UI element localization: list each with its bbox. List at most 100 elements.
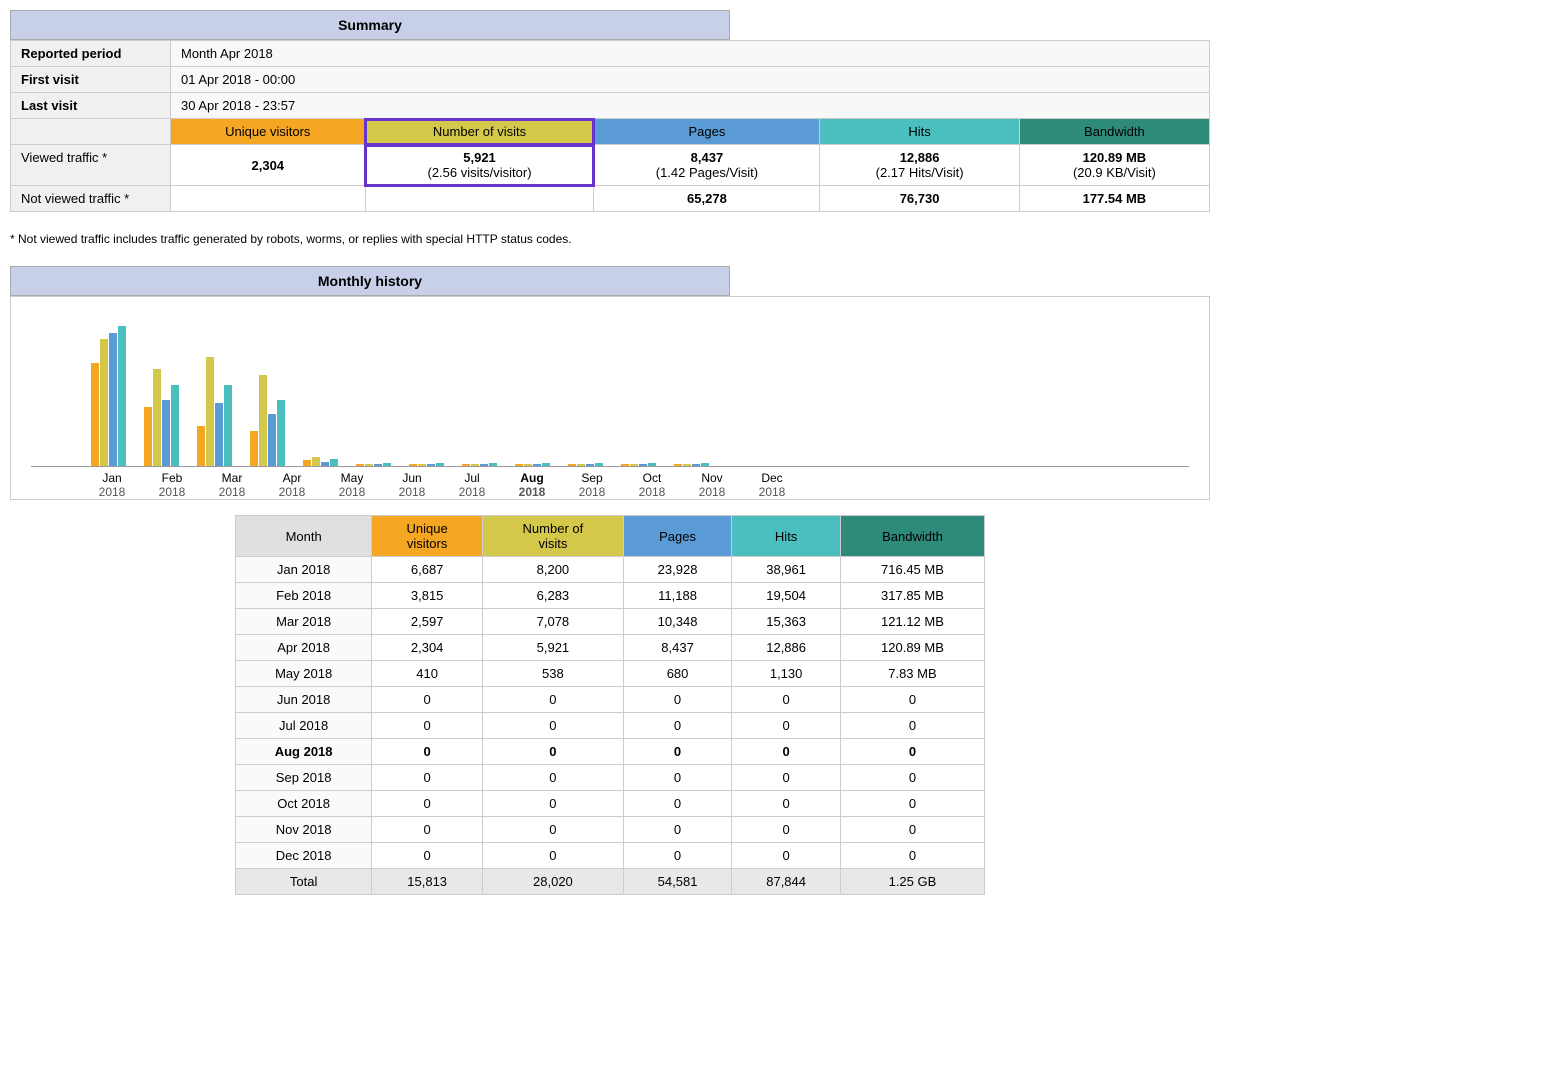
- table-row: Feb 2018 3,815 6,283 11,188 19,504 317.8…: [236, 583, 985, 609]
- total-unique: 15,813: [372, 869, 483, 895]
- chart-area: [31, 307, 1189, 467]
- last-visit-value: 30 Apr 2018 - 23:57: [171, 93, 1210, 119]
- monthly-header: Monthly history: [10, 266, 730, 296]
- row-unique: 0: [372, 791, 483, 817]
- month-label-jul: Jul2018: [451, 471, 493, 499]
- visits-bar: [577, 464, 585, 466]
- hits-bar: [383, 463, 391, 466]
- month-bar-group-sep: [515, 463, 550, 466]
- row-pages: 0: [623, 739, 732, 765]
- month-bar-group-dec: [674, 463, 709, 466]
- table-row: Apr 2018 2,304 5,921 8,437 12,886 120.89…: [236, 635, 985, 661]
- month-label-nov: Nov2018: [691, 471, 733, 499]
- month-bar-group-aug: [462, 463, 497, 466]
- row-month: Oct 2018: [236, 791, 372, 817]
- table-row: Mar 2018 2,597 7,078 10,348 15,363 121.1…: [236, 609, 985, 635]
- viewed-hits: 12,886 (2.17 Hits/Visit): [820, 145, 1019, 186]
- month-bar-group-jul: [409, 463, 444, 466]
- total-visits: 28,020: [483, 869, 624, 895]
- row-visits: 5,921: [483, 635, 624, 661]
- row-month: Jul 2018: [236, 713, 372, 739]
- row-hits: 38,961: [732, 557, 841, 583]
- total-pages: 54,581: [623, 869, 732, 895]
- visits-bar: [259, 375, 267, 466]
- hits-bar: [277, 400, 285, 466]
- row-hits: 15,363: [732, 609, 841, 635]
- unique-bar: [144, 407, 152, 466]
- monthly-table-header: Month Uniquevisitors Number ofvisits Pag…: [236, 516, 985, 557]
- th-unique-visitors: Uniquevisitors: [372, 516, 483, 557]
- row-visits: 0: [483, 817, 624, 843]
- row-bandwidth: 0: [840, 713, 984, 739]
- total-hits: 87,844: [732, 869, 841, 895]
- hits-bar: [436, 463, 444, 466]
- row-bandwidth: 0: [840, 687, 984, 713]
- visits-bar: [471, 464, 479, 466]
- pages-bar: [427, 464, 435, 466]
- month-label-oct: Oct2018: [631, 471, 673, 499]
- summary-table: Reported period Month Apr 2018 First vis…: [10, 40, 1210, 212]
- table-row: Nov 2018 0 0 0 0 0: [236, 817, 985, 843]
- first-visit-value: 01 Apr 2018 - 00:00: [171, 67, 1210, 93]
- row-hits: 12,886: [732, 635, 841, 661]
- row-bandwidth: 120.89 MB: [840, 635, 984, 661]
- row-visits: 0: [483, 843, 624, 869]
- monthly-section: Monthly history Jan2018Feb2018Mar2018Apr…: [10, 266, 1210, 895]
- hits-bar: [701, 463, 709, 466]
- first-visit-label: First visit: [11, 67, 171, 93]
- pages-bar: [162, 400, 170, 466]
- table-row: May 2018 410 538 680 1,130 7.83 MB: [236, 661, 985, 687]
- visits-bar: [206, 357, 214, 466]
- row-visits: 0: [483, 739, 624, 765]
- row-hits: 0: [732, 791, 841, 817]
- th-bandwidth: Bandwidth: [840, 516, 984, 557]
- unique-bar: [91, 363, 99, 466]
- month-label-mar: Mar2018: [211, 471, 253, 499]
- row-month: Aug 2018: [236, 739, 372, 765]
- row-bandwidth: 7.83 MB: [840, 661, 984, 687]
- row-pages: 0: [623, 817, 732, 843]
- month-label-feb: Feb2018: [151, 471, 193, 499]
- month-label-dec: Dec2018: [751, 471, 793, 499]
- row-month: Dec 2018: [236, 843, 372, 869]
- last-visit-row: Last visit 30 Apr 2018 - 23:57: [11, 93, 1210, 119]
- row-bandwidth: 317.85 MB: [840, 583, 984, 609]
- hits-bar: [224, 385, 232, 466]
- hits-bar: [595, 463, 603, 466]
- viewed-traffic-label: Viewed traffic *: [11, 145, 171, 186]
- row-unique: 3,815: [372, 583, 483, 609]
- visits-bar: [630, 464, 638, 466]
- row-unique: 0: [372, 765, 483, 791]
- row-bandwidth: 0: [840, 817, 984, 843]
- row-month: Sep 2018: [236, 765, 372, 791]
- month-label-jun: Jun2018: [391, 471, 433, 499]
- unique-bar: [462, 464, 470, 466]
- row-month: Nov 2018: [236, 817, 372, 843]
- row-visits: 7,078: [483, 609, 624, 635]
- row-pages: 0: [623, 713, 732, 739]
- row-unique: 6,687: [372, 557, 483, 583]
- row-unique: 410: [372, 661, 483, 687]
- hits-bar: [648, 463, 656, 466]
- summary-col-headers: Unique visitors Number of visits Pages H…: [11, 119, 1210, 145]
- row-visits: 538: [483, 661, 624, 687]
- table-row: Jan 2018 6,687 8,200 23,928 38,961 716.4…: [236, 557, 985, 583]
- visits-bar: [683, 464, 691, 466]
- row-visits: 0: [483, 765, 624, 791]
- pages-bar: [480, 464, 488, 466]
- hits-bar: [489, 463, 497, 466]
- pages-bar: [586, 464, 594, 466]
- col-number-of-visits: Number of visits: [365, 119, 594, 145]
- row-month: Jan 2018: [236, 557, 372, 583]
- total-bandwidth: 1.25 GB: [840, 869, 984, 895]
- reported-period-row: Reported period Month Apr 2018: [11, 41, 1210, 67]
- row-unique: 2,597: [372, 609, 483, 635]
- pages-bar: [639, 464, 647, 466]
- row-unique: 0: [372, 843, 483, 869]
- pages-bar: [268, 414, 276, 466]
- th-hits: Hits: [732, 516, 841, 557]
- unique-bar: [409, 464, 417, 466]
- not-viewed-traffic-row: Not viewed traffic * 65,278 76,730 177.5…: [11, 186, 1210, 212]
- month-bar-group-jan: [91, 326, 126, 466]
- not-viewed-traffic-label: Not viewed traffic *: [11, 186, 171, 212]
